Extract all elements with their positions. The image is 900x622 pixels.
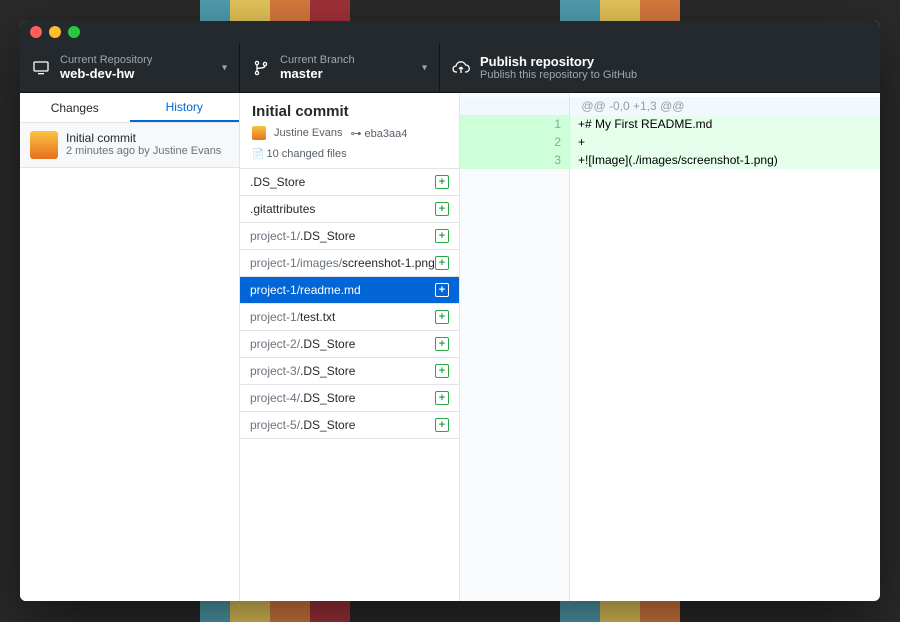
titlebar (20, 21, 880, 43)
commit-header: Initial commit Justine Evans eba3aa4 10 … (240, 93, 459, 168)
toolbar: Current Repository web-dev-hw ▾ Current … (20, 43, 880, 93)
file-path-prefix: project-1/ (250, 229, 300, 243)
file-name: .gitattributes (250, 202, 315, 216)
repo-value: web-dev-hw (60, 66, 152, 81)
publish-subtitle: Publish this repository to GitHub (480, 69, 637, 81)
file-row[interactable]: .DS_Store + (240, 168, 459, 195)
diff-gutter: 123 (460, 93, 570, 601)
diff-pane: 123 @@ -0,0 +1,3 @@+# My First README.md… (460, 93, 880, 601)
branch-label: Current Branch (280, 54, 355, 66)
file-row[interactable]: project-1/.DS_Store + (240, 222, 459, 249)
file-name: .DS_Store (300, 418, 355, 432)
file-name: readme.md (300, 283, 361, 297)
branch-selector[interactable]: Current Branch master ▾ (240, 43, 440, 92)
line-number: 1 (460, 115, 569, 133)
added-icon: + (435, 391, 449, 405)
file-row[interactable]: project-1/test.txt + (240, 303, 459, 330)
file-row[interactable]: project-1/images/screenshot-1.png+ (240, 249, 459, 276)
commit-sha: eba3aa4 (350, 127, 407, 140)
added-icon: + (435, 337, 449, 351)
added-icon: + (435, 310, 449, 324)
added-icon: + (435, 418, 449, 432)
diff-line: + (570, 133, 880, 151)
close-icon[interactable] (30, 26, 42, 38)
file-row[interactable]: project-2/.DS_Store + (240, 330, 459, 357)
added-icon: + (435, 364, 449, 378)
chevron-down-icon: ▾ (422, 62, 427, 73)
added-icon: + (435, 229, 449, 243)
branch-icon (252, 60, 270, 76)
file-path-prefix: project-4/ (250, 391, 300, 405)
file-row[interactable]: .gitattributes + (240, 195, 459, 222)
avatar (252, 126, 266, 140)
line-number: 2 (460, 133, 569, 151)
file-name: .DS_Store (300, 391, 355, 405)
tab-changes[interactable]: Changes (20, 93, 130, 122)
publish-button[interactable]: Publish repository Publish this reposito… (440, 43, 880, 92)
file-list: .DS_Store+.gitattributes+project-1/.DS_S… (240, 168, 459, 601)
branch-value: master (280, 66, 355, 81)
repo-selector[interactable]: Current Repository web-dev-hw ▾ (20, 43, 240, 92)
maximize-icon[interactable] (68, 26, 80, 38)
file-name: .DS_Store (300, 337, 355, 351)
commit-title: Initial commit (252, 103, 447, 120)
diff-hunk-header: @@ -0,0 +1,3 @@ (570, 97, 880, 115)
chevron-down-icon: ▾ (222, 62, 227, 73)
minimize-icon[interactable] (49, 26, 61, 38)
content: Changes History Initial commit 2 minutes… (20, 93, 880, 601)
added-icon: + (435, 202, 449, 216)
file-pane: Initial commit Justine Evans eba3aa4 10 … (240, 93, 460, 601)
monitor-icon (32, 61, 50, 75)
history-commit-title: Initial commit (66, 131, 221, 145)
diff-line: +![Image](./images/screenshot-1.png) (570, 151, 880, 169)
file-path-prefix: project-2/ (250, 337, 300, 351)
file-row[interactable]: project-5/.DS_Store + (240, 411, 459, 439)
line-number: 3 (460, 151, 569, 169)
added-icon: + (435, 175, 449, 189)
file-name: .DS_Store (300, 229, 355, 243)
file-row[interactable]: project-1/readme.md + (240, 276, 459, 303)
avatar (30, 131, 58, 159)
changed-files-count: 10 changed files (252, 148, 347, 160)
sidebar-tabs: Changes History (20, 93, 239, 123)
file-path-prefix: project-5/ (250, 418, 300, 432)
file-row[interactable]: project-4/.DS_Store + (240, 384, 459, 411)
history-commit-meta: 2 minutes ago by Justine Evans (66, 145, 221, 157)
file-name: .DS_Store (250, 175, 305, 189)
diff-line: +# My First README.md (570, 115, 880, 133)
added-icon: + (435, 283, 449, 297)
cloud-upload-icon (452, 61, 470, 75)
sidebar: Changes History Initial commit 2 minutes… (20, 93, 240, 601)
file-row[interactable]: project-3/.DS_Store + (240, 357, 459, 384)
app-window: Current Repository web-dev-hw ▾ Current … (20, 21, 880, 601)
diff-code: @@ -0,0 +1,3 @@+# My First README.md++![… (570, 93, 880, 601)
file-name: test.txt (300, 310, 335, 324)
file-path-prefix: project-3/ (250, 364, 300, 378)
file-path-prefix: project-1/ (250, 310, 300, 324)
history-commit-item[interactable]: Initial commit 2 minutes ago by Justine … (20, 123, 239, 168)
file-path-prefix: project-1/ (250, 283, 300, 297)
commit-author: Justine Evans (274, 127, 342, 139)
added-icon: + (435, 256, 449, 270)
file-name: .DS_Store (300, 364, 355, 378)
file-name: screenshot-1.png (342, 256, 435, 270)
file-path-prefix: project-1/images/ (250, 256, 342, 270)
publish-title: Publish repository (480, 54, 637, 69)
tab-history[interactable]: History (130, 93, 240, 122)
repo-label: Current Repository (60, 54, 152, 66)
